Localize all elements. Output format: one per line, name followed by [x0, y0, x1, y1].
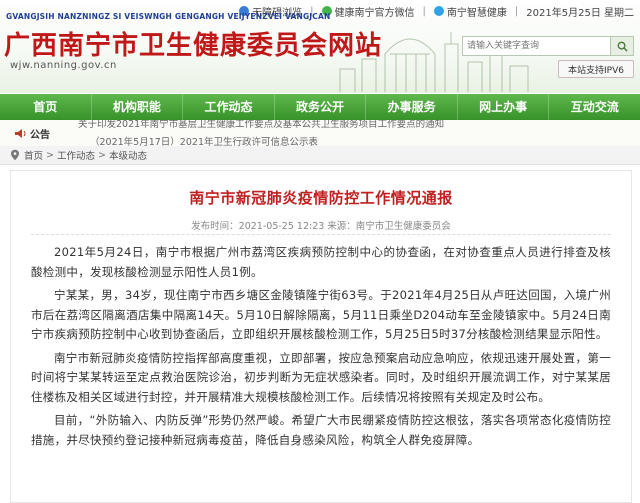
- nav-item-home[interactable]: 首页: [0, 94, 92, 120]
- site-header: 无障碍浏览 | 健康南宁官方微信 | 南宁智慧健康 | 2021年5月25日 星…: [0, 0, 640, 93]
- notice-link[interactable]: 关于印发2021年南宁市基层卫生健康工作要点及基本公共卫生服务项目工作要点的通知: [78, 120, 444, 130]
- article-paragraph: 2021年5月24日，南宁市根据广州市荔湾区疾病预防控制中心的协查函，在对协查重…: [31, 245, 611, 279]
- search-icon: [617, 41, 628, 52]
- article-paragraph: 目前，“外防输入、内防反弹”形势仍然严峻。希望广大市民绷紧疫情防控这根弦，落实各…: [31, 413, 611, 447]
- article-body: 2021年5月24日，南宁市根据广州市荔湾区疾病预防控制中心的协查函，在对协查重…: [31, 243, 611, 454]
- nav-item-interaction[interactable]: 互动交流: [549, 94, 640, 120]
- current-date: 2021年5月25日 星期二: [526, 7, 634, 19]
- site-pinyin-title: GVANGJSIH NANZNINGZ SI VEISWNGH GENGANGH…: [6, 12, 331, 21]
- article-panel: 南宁市新冠肺炎疫情防控工作情况通报 发布时间：2021-05-25 12:23 …: [10, 170, 632, 503]
- breadcrumb-news[interactable]: 工作动态: [57, 148, 95, 162]
- article-paragraph: 南宁市新冠肺炎疫情防控指挥部高度重视，立即部署，按应急预案启动应急响应，依规迅速…: [31, 350, 611, 404]
- notice-label-text: 公告: [30, 130, 50, 141]
- breadcrumb-separator: >: [46, 149, 54, 161]
- main-nav: 首页 机构职能 工作动态 政务公开 办事服务 网上办事 互动交流: [0, 94, 640, 120]
- nav-item-gov-open[interactable]: 政务公开: [275, 94, 367, 120]
- nav-item-functions[interactable]: 机构职能: [92, 94, 184, 120]
- article-title: 南宁市新冠肺炎疫情防控工作情况通报: [189, 189, 453, 207]
- location-pin-icon: [11, 149, 19, 161]
- article-paragraph: 宁某某，男，34岁，现住南宁市西乡塘区金陵镇隆宁街63号。于2021年4月25日…: [31, 288, 611, 341]
- site-title[interactable]: 广西南宁市卫生健康委员会网站: [4, 25, 382, 62]
- ipv6-support-badge[interactable]: 本站支持IPV6: [558, 60, 634, 78]
- site-domain: wjw.nanning.gov.cn: [10, 60, 117, 71]
- nav-item-services[interactable]: 办事服务: [366, 94, 458, 120]
- search-button[interactable]: [610, 37, 633, 55]
- nav-item-news[interactable]: 工作动态: [183, 94, 275, 120]
- breadcrumb-home[interactable]: 首页: [24, 148, 43, 162]
- notice-horn-icon: [15, 129, 26, 138]
- divider: [31, 234, 611, 235]
- notice-label: 公告: [14, 126, 50, 141]
- breadcrumb: 首页 > 工作动态 > 本级动态: [0, 146, 640, 165]
- article-meta: 发布时间：2021-05-25 12:23 来源：南宁市卫生健康委员会: [191, 221, 451, 232]
- breadcrumb-local-news[interactable]: 本级动态: [109, 148, 147, 162]
- search-input[interactable]: [463, 38, 610, 54]
- notice-ticker: 公告 关于印发2021年南宁市基层卫生健康工作要点及基本公共卫生服务项目工作要点…: [0, 120, 640, 147]
- nav-item-online-affairs[interactable]: 网上办事: [458, 94, 550, 120]
- breadcrumb-separator: >: [98, 149, 106, 161]
- search-box: [462, 36, 634, 56]
